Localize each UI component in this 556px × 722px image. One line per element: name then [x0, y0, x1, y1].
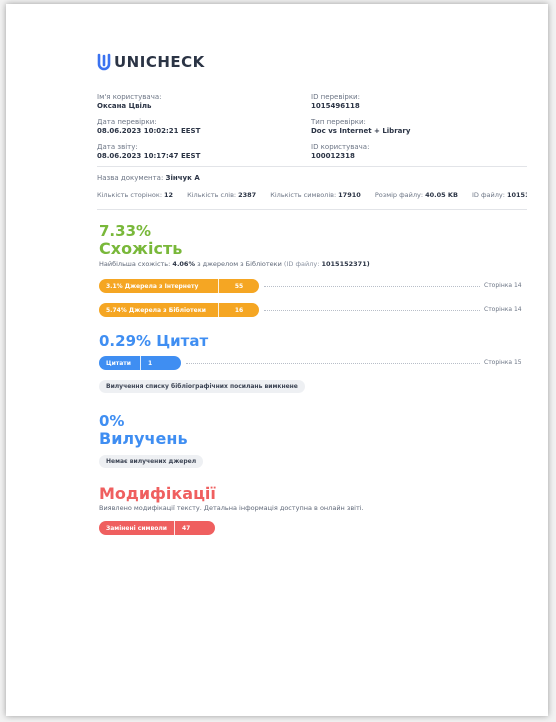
document-name-label: Назва документа:: [97, 174, 164, 182]
user-id-block: ID користувача: 100012318: [311, 143, 369, 160]
chars-value: 17910: [338, 191, 361, 199]
exclusions-title: Вилучень: [99, 429, 188, 448]
document-name-value: Зінчук А: [165, 174, 200, 182]
biggest-id: 1015152371): [321, 260, 370, 268]
size-label: Розмір файлу:: [374, 191, 424, 199]
pages-label: Кількість сторінок:: [97, 191, 163, 199]
library-sources-page: Сторінка 14: [484, 306, 522, 313]
library-sources-count: 16: [234, 306, 244, 314]
user-name-value: Оксана Цвіль: [97, 101, 152, 110]
check-date-label: Дата перевірки:: [97, 118, 157, 126]
citations-page: Сторінка 15: [484, 359, 522, 366]
bibliography-note: Вилучення списку бібліографічних посилан…: [99, 380, 305, 393]
report-page: UNICHECK Ім'я користувача: Оксана Цвіль …: [6, 4, 548, 716]
similarity-percent: 7.33%: [99, 222, 152, 240]
internet-sources-label: 3.1% Джерела з Інтернету: [106, 282, 199, 290]
report-date-label: Дата звіту:: [97, 143, 138, 151]
words-label: Кількість слів:: [187, 191, 237, 199]
modifications-description: Виявлено модифікації тексту. Детальна ін…: [99, 504, 364, 512]
biggest-mid: з джерелом з Бібліотеки: [197, 260, 282, 268]
citations-label: Цитати: [106, 359, 131, 367]
similarity-title: Схожість: [99, 239, 183, 258]
brand-name: UNICHECK: [114, 53, 205, 71]
file-id-label: ID файлу:: [471, 191, 505, 199]
check-type-value: Doc vs Internet + Library: [311, 126, 411, 135]
pages-value: 12: [164, 191, 174, 199]
user-name-label: Ім'я користувача:: [97, 93, 162, 101]
file-id-value: 10151523: [506, 191, 527, 199]
replaced-characters-pill[interactable]: Замінені символи 47: [99, 521, 215, 535]
unicheck-logo-icon: [97, 53, 111, 71]
document-stats: Кількість сторінок: 12 Кількість слів: 238…: [97, 191, 527, 199]
internet-sources-page: Сторінка 14: [484, 282, 522, 289]
replaced-characters-count: 47: [182, 524, 191, 532]
divider: [97, 209, 527, 210]
biggest-similarity: Найбільша схожість: 4.06% з джерелом з Б…: [99, 260, 370, 268]
biggest-prefix: Найбільша схожість:: [99, 260, 171, 268]
check-date-block: Дата перевірки: 08.06.2023 10:02:21 EEST: [97, 118, 200, 135]
dotted-leader: [264, 286, 480, 287]
check-id-value: 1015496118: [311, 101, 360, 110]
replaced-characters-label: Замінені символи: [106, 524, 167, 532]
report-date-value: 08.06.2023 10:17:47 EEST: [97, 151, 201, 160]
check-id-block: ID перевірки: 1015496118: [311, 93, 360, 110]
document-name: Назва документа: Зінчук А: [97, 174, 200, 182]
check-id-label: ID перевірки:: [311, 93, 360, 101]
size-value: 40.05 KB: [425, 191, 458, 199]
biggest-id-label: (ID файлу:: [283, 260, 320, 268]
check-date-value: 08.06.2023 10:02:21 EEST: [97, 126, 201, 135]
library-sources-label: 5.74% Джерела з Бібліотеки: [106, 306, 206, 314]
check-type-block: Тип перевірки: Doc vs Internet + Library: [311, 118, 410, 135]
dotted-leader: [264, 310, 480, 311]
report-date-block: Дата звіту: 08.06.2023 10:17:47 EEST: [97, 143, 200, 160]
exclusions-note: Немає вилучених джерел: [99, 455, 204, 468]
exclusions-percent: 0%: [99, 412, 125, 430]
internet-sources-count: 55: [234, 282, 244, 290]
divider: [97, 166, 527, 167]
user-id-value: 100012318: [311, 151, 355, 160]
citations-pill[interactable]: Цитати 1: [99, 356, 181, 370]
citations-title: 0.29% Цитат: [99, 332, 209, 350]
internet-sources-pill[interactable]: 3.1% Джерела з Інтернету 55: [99, 279, 259, 293]
unicheck-logo: UNICHECK: [97, 53, 205, 71]
words-value: 2387: [238, 191, 257, 199]
user-name-block: Ім'я користувача: Оксана Цвіль: [97, 93, 161, 110]
biggest-value: 4.06%: [172, 260, 195, 268]
check-type-label: Тип перевірки:: [311, 118, 366, 126]
chars-label: Кількість символів:: [270, 191, 337, 199]
dotted-leader: [186, 363, 480, 364]
library-sources-pill[interactable]: 5.74% Джерела з Бібліотеки 16: [99, 303, 259, 317]
citations-count: 1: [148, 359, 153, 367]
user-id-label: ID користувача:: [311, 143, 370, 151]
modifications-title: Модифікації: [99, 484, 216, 503]
